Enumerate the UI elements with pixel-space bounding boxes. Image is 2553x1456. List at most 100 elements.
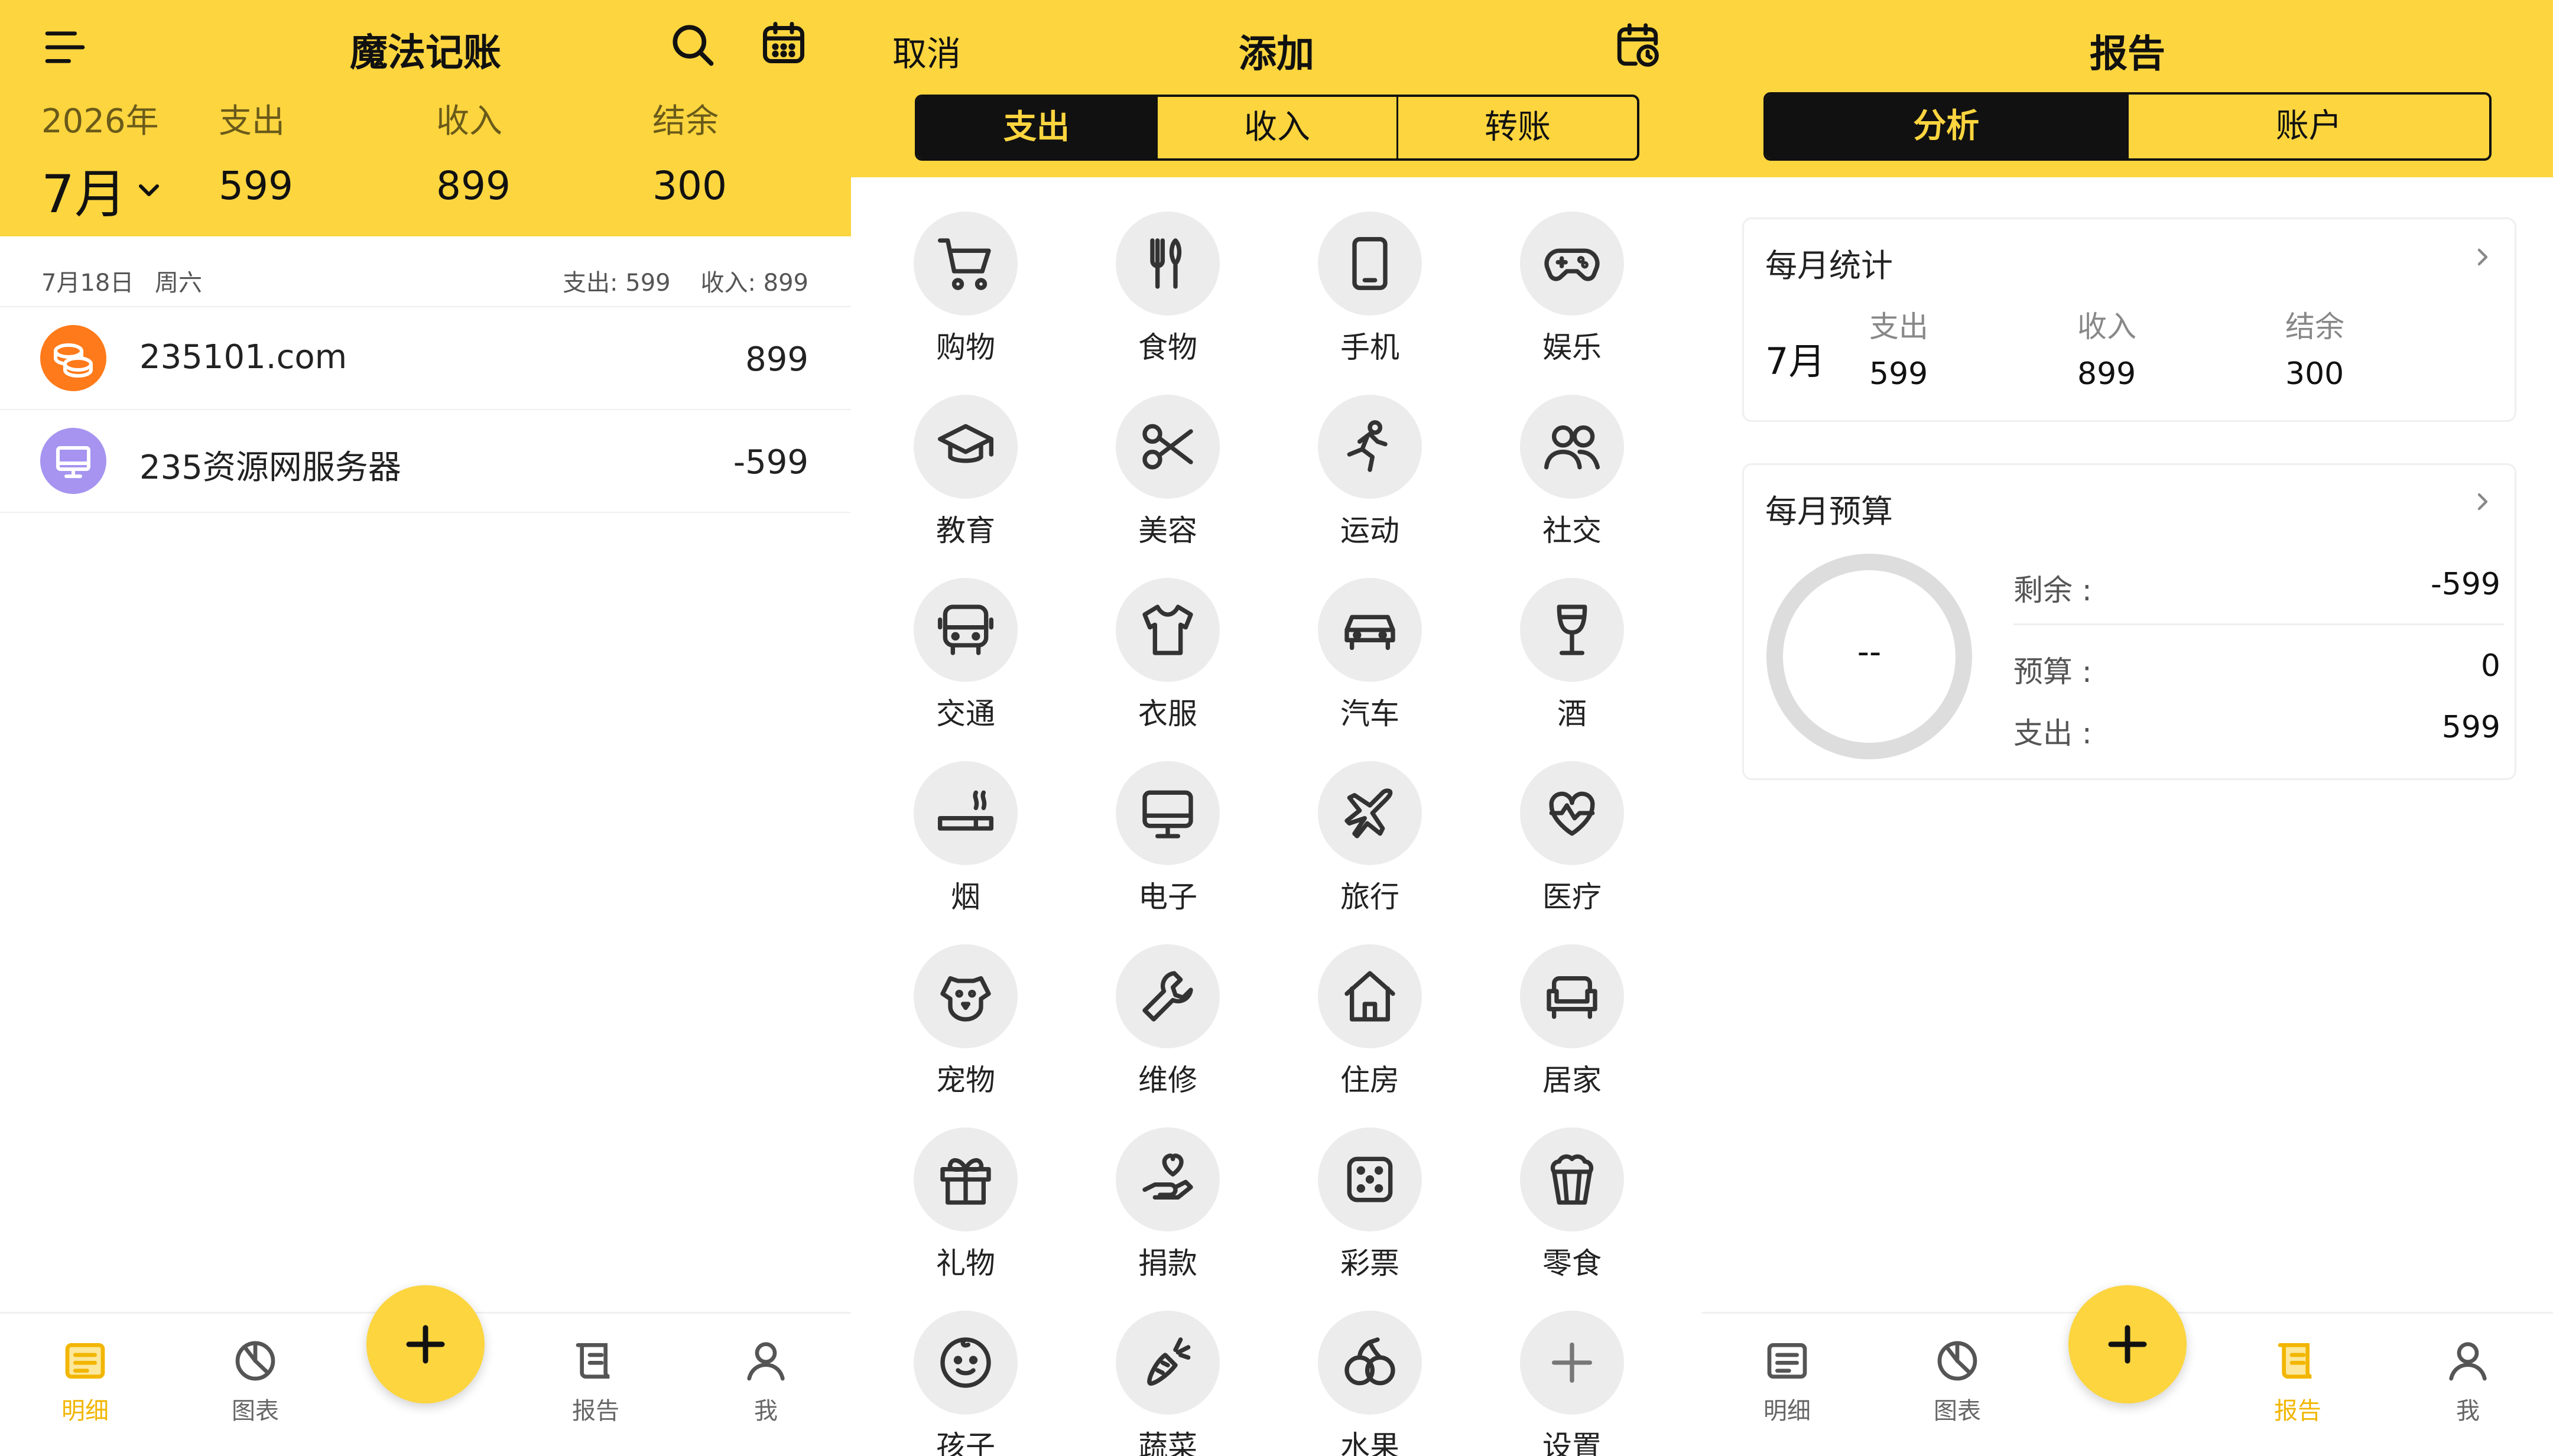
nav-detail[interactable]: 明细 [1728,1337,1846,1426]
popcorn-icon [1520,1127,1624,1231]
bottom-nav: 明细 图表 报告 我 [0,1285,851,1456]
search-icon[interactable] [668,20,717,70]
add-button[interactable] [366,1285,485,1403]
day-header: 7月18日 周六 支出: 599 收入: 899 [0,254,851,307]
category-item[interactable]: 住房 [1281,944,1459,1099]
nav-me[interactable]: 我 [707,1337,825,1426]
category-label: 彩票 [1340,1246,1399,1280]
category-item[interactable]: 设置 [1483,1311,1661,1456]
tab-accounts[interactable]: 账户 [2126,95,2490,158]
category-item[interactable]: 零食 [1483,1127,1661,1282]
plus-icon [406,1325,445,1364]
scroll-icon [2278,1343,2312,1379]
nav-chart[interactable]: 图表 [1898,1337,2016,1426]
bus-icon [914,578,1018,682]
category-item[interactable]: 礼物 [877,1127,1054,1282]
category-item[interactable]: 汽车 [1281,578,1459,733]
monthly-budget-card[interactable]: 每月预算 -- 剩余 : -599 预算 : 0 支出 : 599 [1742,463,2516,780]
nav-chart[interactable]: 图表 [196,1337,314,1426]
income-label: 收入 [436,102,502,141]
category-label: 社交 [1542,514,1602,548]
tab-analysis[interactable]: 分析 [1766,95,2127,158]
house-icon [1318,944,1422,1048]
category-label: 零食 [1542,1246,1602,1280]
coins-icon [40,325,106,391]
calendar-icon[interactable] [759,18,808,67]
gamepad-icon [1520,212,1624,316]
pie-chart-icon [235,1341,275,1381]
budget-ring: -- [1764,551,1974,762]
category-item[interactable]: 酒 [1483,578,1661,733]
nav-report[interactable]: 报告 [2239,1337,2357,1426]
card-title: 每月预算 [1765,493,1893,530]
cigarette-icon [914,761,1018,865]
category-item[interactable]: 水果 [1281,1311,1459,1456]
category-item[interactable]: 旅行 [1281,761,1459,916]
calendar-clock-icon[interactable] [1613,21,1662,70]
report-tabs: 分析 账户 [1763,92,2492,161]
category-item[interactable]: 手机 [1281,212,1459,366]
category-label: 酒 [1557,697,1587,731]
pie-chart-icon [1937,1341,1977,1381]
budget-expense-label: 支出 : [2013,716,2092,750]
category-item[interactable]: 社交 [1483,395,1661,550]
baby-face-icon [914,1311,1018,1415]
stats-income-value: 899 [2077,356,2136,392]
chevron-right-icon [2468,488,2497,516]
phone-icon [1318,212,1422,316]
category-label: 孩子 [936,1429,995,1456]
stats-balance-label: 结余 [2285,310,2344,344]
category-label: 汽车 [1340,697,1399,731]
category-label: 蔬菜 [1138,1429,1197,1456]
list-item[interactable]: 235资源网服务器 -599 [0,410,851,513]
category-item[interactable]: 彩票 [1281,1127,1459,1282]
category-item[interactable]: 购物 [877,212,1054,366]
list-item[interactable]: 235101.com 899 [0,307,851,410]
category-label: 衣服 [1138,697,1197,731]
category-label: 运动 [1340,514,1399,548]
category-item[interactable]: 捐款 [1079,1127,1256,1282]
category-item[interactable]: 交通 [877,578,1054,733]
nav-report[interactable]: 报告 [537,1337,655,1426]
tab-transfer[interactable]: 转账 [1396,97,1637,158]
category-item[interactable]: 烟 [877,761,1054,916]
category-item[interactable]: 维修 [1079,944,1256,1099]
wrench-icon [1116,944,1220,1048]
sofa-icon [1520,944,1624,1048]
user-icon [747,1342,785,1381]
tab-income[interactable]: 收入 [1156,97,1396,158]
category-item[interactable]: 蔬菜 [1079,1311,1256,1456]
category-item[interactable]: 居家 [1483,944,1661,1099]
tab-expense[interactable]: 支出 [917,97,1156,158]
scissors-icon [1116,395,1220,499]
category-item[interactable]: 运动 [1281,395,1459,550]
header: 魔法记账 2026年 支出 收入 结余 7月 599 899 300 [0,0,851,236]
category-label: 交通 [936,697,995,731]
category-item[interactable]: 娱乐 [1483,212,1661,366]
category-item[interactable]: 食物 [1079,212,1256,366]
budget-label: 预算 : [2013,655,2092,689]
category-label: 手机 [1340,330,1399,365]
month-picker[interactable]: 7月 [41,152,165,228]
stats-balance-value: 300 [2285,356,2344,392]
entry-amount: -599 [733,443,808,482]
type-tabs: 支出 收入 转账 [915,95,1639,161]
category-item[interactable]: 衣服 [1079,578,1256,733]
category-item[interactable]: 教育 [877,395,1054,550]
category-item[interactable]: 医疗 [1483,761,1661,916]
category-item[interactable]: 电子 [1079,761,1256,916]
monthly-stats-card[interactable]: 每月统计 7月 支出 收入 结余 599 899 300 [1742,217,2516,422]
category-label: 烟 [951,880,980,914]
nav-me[interactable]: 我 [2409,1337,2527,1426]
category-item[interactable]: 宠物 [877,944,1054,1099]
running-icon [1318,395,1422,499]
category-item[interactable]: 孩子 [877,1311,1054,1456]
app-title: 魔法记账 [350,31,501,75]
category-label: 水果 [1340,1429,1399,1456]
bottom-nav: 明细 图表 报告 我 [1702,1285,2553,1456]
list-icon [65,1343,105,1379]
nav-detail[interactable]: 明细 [26,1337,144,1426]
budget-value: 0 [2480,648,2500,684]
category-item[interactable]: 美容 [1079,395,1256,550]
add-button[interactable] [2068,1285,2187,1403]
